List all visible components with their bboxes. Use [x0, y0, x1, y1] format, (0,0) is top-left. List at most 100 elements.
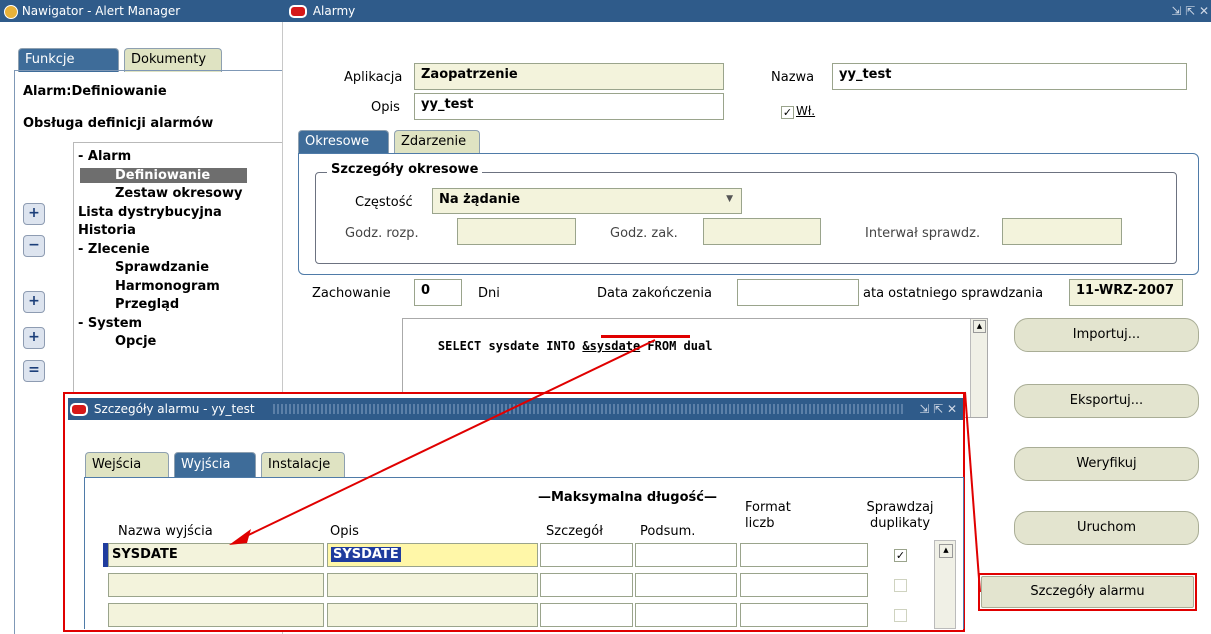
- data-zak-field[interactable]: [737, 279, 859, 306]
- table-cell[interactable]: [327, 603, 538, 627]
- table-cell[interactable]: [740, 573, 868, 597]
- side-button-icon[interactable]: −: [23, 235, 45, 257]
- tree-item[interactable]: Opcje: [115, 334, 156, 349]
- duplicates-checkbox[interactable]: [894, 609, 907, 622]
- side-button-icon[interactable]: +: [23, 203, 45, 225]
- czestosc-select[interactable]: Na żądanie ▼: [432, 188, 742, 214]
- interwal-field[interactable]: [1002, 218, 1122, 245]
- tab-dokumenty[interactable]: Dokumenty: [124, 48, 222, 72]
- godz-zak-field[interactable]: [703, 218, 821, 245]
- uruchom-button[interactable]: Uruchom: [1014, 511, 1199, 545]
- tree-item[interactable]: Zestaw okresowy: [115, 186, 242, 201]
- aplikacja-field[interactable]: Zaopatrzenie: [414, 63, 724, 90]
- data-ostatniego-label: ata ostatniego sprawdzania: [863, 286, 1044, 301]
- tab-wyjscia[interactable]: Wyjścia: [174, 452, 256, 478]
- col-nazwa: Nazwa wyjścia: [118, 524, 213, 539]
- duplicates-checkbox[interactable]: [894, 579, 907, 592]
- sql-var-underline: [601, 335, 690, 338]
- cell-text: SYSDATE: [112, 547, 178, 562]
- alarmy-title: Alarmy: [312, 4, 356, 18]
- table-cell[interactable]: [108, 603, 324, 627]
- tree-item[interactable]: - System: [78, 316, 142, 331]
- navigator-heading: Alarm:Definiowanie: [23, 84, 167, 99]
- tree-item[interactable]: - Zlecenie: [78, 242, 150, 257]
- table-cell[interactable]: [635, 543, 737, 567]
- godz-zak-label: Godz. zak.: [610, 226, 678, 241]
- data-ostatniego-field[interactable]: 11-WRZ-2007: [1069, 279, 1183, 306]
- navigator-titlebar[interactable]: Nawigator - Alert Manager: [0, 0, 287, 22]
- opis-field[interactable]: yy_test: [414, 93, 724, 120]
- wl-checkbox[interactable]: ✓: [781, 106, 794, 119]
- outputs-scrollbar[interactable]: ▲: [934, 540, 956, 629]
- interwal-label: Interwał sprawdz.: [865, 226, 981, 241]
- col-opis: Opis: [330, 524, 359, 539]
- tab-okresowe[interactable]: Okresowe: [298, 130, 389, 154]
- annotation-connector: [964, 391, 981, 593]
- table-cell[interactable]: [540, 573, 633, 597]
- nazwa-field[interactable]: yy_test: [832, 63, 1187, 90]
- side-button-icon[interactable]: +: [23, 327, 45, 349]
- table-cell[interactable]: SYSDATE: [108, 543, 324, 567]
- max-length-header: —Maksymalna długość—: [538, 490, 717, 505]
- window-controls-icon[interactable]: ⇲ ⇱ ✕: [919, 398, 957, 420]
- tab-zdarzenie[interactable]: Zdarzenie: [394, 130, 480, 154]
- col-podsum: Podsum.: [640, 524, 696, 539]
- table-cell[interactable]: [740, 543, 868, 567]
- tree-item[interactable]: Sprawdzanie: [115, 260, 209, 275]
- oracle-icon: [70, 403, 88, 416]
- tree-item[interactable]: Historia: [78, 223, 136, 238]
- godz-rozp-field[interactable]: [457, 218, 576, 245]
- table-cell[interactable]: [108, 573, 324, 597]
- chevron-down-icon: ▼: [726, 194, 733, 204]
- navigator-subheading: Obsługa definicji alarmów: [23, 116, 214, 131]
- sql-variable: &sysdate: [582, 339, 641, 353]
- dni-label: Dni: [478, 286, 500, 301]
- nazwa-label: Nazwa: [771, 70, 815, 85]
- zachowanie-label: Zachowanie: [312, 286, 391, 301]
- data-zak-label: Data zakończenia: [597, 286, 713, 301]
- tab-instalacje[interactable]: Instalacje: [261, 452, 345, 478]
- sql-scrollbar[interactable]: ▲: [970, 319, 987, 417]
- tab-wejscia[interactable]: Wejścia: [85, 452, 169, 478]
- zachowanie-field[interactable]: 0: [414, 279, 462, 306]
- tree-item[interactable]: Przegląd: [115, 297, 179, 312]
- oracle-icon: [289, 5, 307, 18]
- sql-text: SELECT sysdate INTO &sysdate FROM dual: [437, 339, 713, 353]
- scroll-up-icon[interactable]: ▲: [939, 544, 953, 558]
- weryfikuj-button[interactable]: Weryfikuj: [1014, 447, 1199, 481]
- side-button-icon[interactable]: +: [23, 291, 45, 313]
- godz-rozp-label: Godz. rozp.: [345, 226, 419, 241]
- wl-label: Wł.: [796, 104, 816, 118]
- table-cell[interactable]: [635, 603, 737, 627]
- table-cell[interactable]: [540, 543, 633, 567]
- tree-item[interactable]: Definiowanie: [80, 167, 247, 183]
- titlebar-pattern: [273, 404, 903, 414]
- szczegoly-title: Szczegóły alarmu - yy_test: [93, 402, 255, 416]
- table-cell[interactable]: [327, 573, 538, 597]
- aplikacja-label: Aplikacja: [344, 70, 403, 85]
- szczegoly-alarmu-button[interactable]: Szczegóły alarmu: [981, 576, 1194, 608]
- side-button-icon[interactable]: =: [23, 360, 45, 382]
- navigator-app-icon: [4, 4, 18, 19]
- col-format: Format liczb: [745, 500, 791, 531]
- tree-item[interactable]: - Alarm: [78, 149, 131, 164]
- szczegoly-titlebar[interactable]: Szczegóły alarmu - yy_test ⇲ ⇱ ✕: [68, 398, 963, 420]
- window-controls-icon[interactable]: ⇲ ⇱ ✕: [1171, 0, 1209, 22]
- navigator-title: Nawigator - Alert Manager: [21, 4, 181, 18]
- table-cell[interactable]: SYSDATE: [327, 543, 538, 567]
- table-cell[interactable]: [635, 573, 737, 597]
- col-szczegol: Szczegół: [546, 524, 603, 539]
- czestosc-label: Częstość: [355, 195, 413, 210]
- table-cell[interactable]: [540, 603, 633, 627]
- eksportuj-button[interactable]: Eksportuj...: [1014, 384, 1199, 418]
- tab-funkcje[interactable]: Funkcje: [18, 48, 119, 72]
- table-cell[interactable]: [740, 603, 868, 627]
- col-sprawdzaj: Sprawdzaj duplikaty: [866, 500, 934, 531]
- duplicates-checkbox[interactable]: ✓: [894, 549, 907, 562]
- scroll-up-icon[interactable]: ▲: [973, 320, 986, 333]
- opis-label: Opis: [371, 100, 400, 115]
- tree-item[interactable]: Lista dystrybucyjna: [78, 205, 222, 220]
- alarmy-titlebar[interactable]: Alarmy ⇲ ⇱ ✕: [285, 0, 1211, 22]
- tree-item[interactable]: Harmonogram: [115, 279, 220, 294]
- importuj-button[interactable]: Importuj...: [1014, 318, 1199, 352]
